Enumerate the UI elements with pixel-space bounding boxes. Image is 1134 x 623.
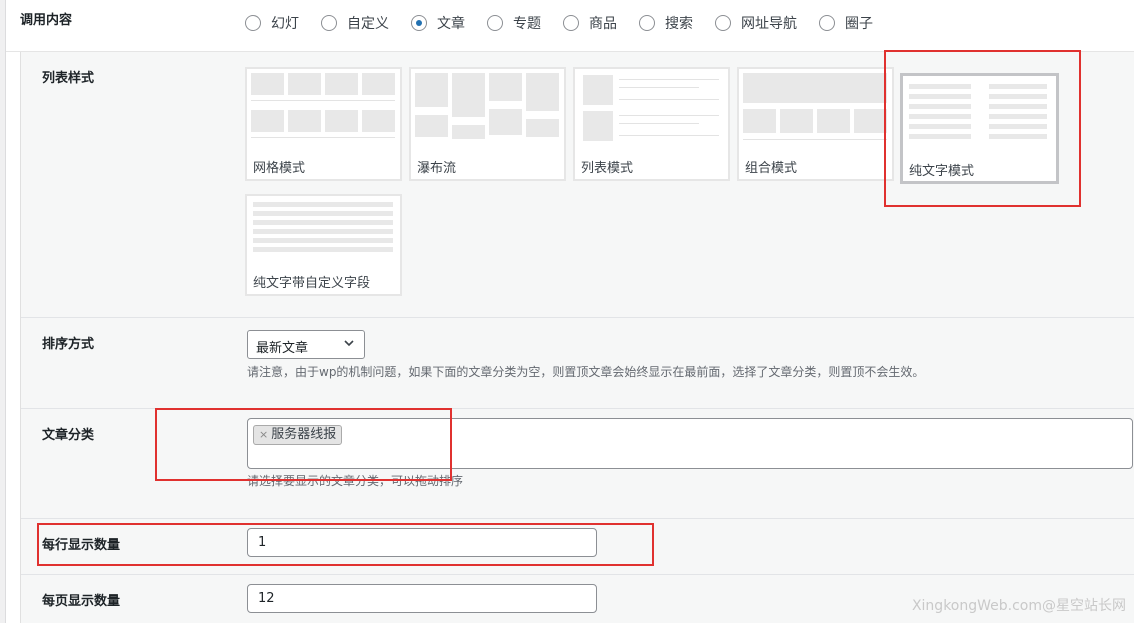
radio-topic[interactable]: 专题	[487, 13, 541, 33]
radio-custom[interactable]: 自定义	[321, 13, 389, 33]
list-thumbnail	[579, 73, 724, 143]
combo-thumbnail	[743, 73, 888, 143]
per-row-input[interactable]: 1	[247, 528, 597, 557]
radio-icon	[819, 15, 835, 31]
per-row-label: 每行显示数量	[42, 538, 121, 553]
radio-circle[interactable]: 圈子	[819, 13, 873, 33]
plain-text-thumbnail	[907, 80, 1052, 150]
radio-url-nav[interactable]: 网址导航	[715, 13, 797, 33]
style-card-label: 组合模式	[745, 161, 798, 176]
divider	[21, 408, 1134, 409]
style-card-label: 纯文字带自定义字段	[253, 276, 371, 291]
watermark: XingkongWeb.com@星空站长网	[911, 598, 1126, 614]
radio-product[interactable]: 商品	[563, 13, 617, 33]
style-card-label: 纯文字模式	[909, 164, 975, 179]
per-page-label: 每页显示数量	[42, 594, 121, 609]
radio-icon	[487, 15, 503, 31]
category-label: 文章分类	[42, 428, 95, 443]
radio-icon	[715, 15, 731, 31]
radio-article[interactable]: 文章	[411, 13, 465, 33]
style-card-plain-text[interactable]: 纯文字模式	[900, 73, 1059, 184]
divider	[21, 317, 1134, 318]
settings-panel: 列表样式 网格模式 瀑布流 列表模式 组合模式 纯文字模式 纯文字带自定义字段 …	[20, 52, 1134, 623]
style-card-combo[interactable]: 组合模式	[737, 67, 894, 181]
content-type-label: 调用内容	[20, 13, 73, 28]
radio-icon	[639, 15, 655, 31]
category-tag-input[interactable]: × 服务器线报	[247, 418, 1133, 469]
list-style-label: 列表样式	[42, 71, 95, 86]
style-card-label: 网格模式	[253, 161, 306, 176]
category-hint: 请选择要显示的文章分类，可以拖动排序	[247, 474, 464, 488]
content-type-radios: 幻灯 自定义 文章 专题 商品 搜索 网址导航 圈子	[245, 13, 895, 33]
style-card-label: 瀑布流	[417, 161, 457, 176]
radio-icon	[563, 15, 579, 31]
radio-icon	[321, 15, 337, 31]
per-page-input[interactable]: 12	[247, 584, 597, 613]
divider	[21, 518, 1134, 519]
radio-checked-icon	[411, 15, 427, 31]
style-card-waterfall[interactable]: 瀑布流	[409, 67, 566, 181]
plain-text-custom-thumbnail	[251, 200, 396, 270]
style-card-label: 列表模式	[581, 161, 634, 176]
category-tag-label: 服务器线报	[271, 427, 337, 442]
grid-thumbnail	[251, 73, 396, 143]
left-edge	[0, 0, 6, 623]
style-card-plain-text-custom[interactable]: 纯文字带自定义字段	[245, 194, 402, 296]
content-type-row: 调用内容 幻灯 自定义 文章 专题 商品 搜索 网址导航 圈子	[6, 0, 1134, 52]
radio-slides[interactable]: 幻灯	[245, 13, 299, 33]
style-card-grid[interactable]: 网格模式	[245, 67, 402, 181]
divider	[21, 574, 1134, 575]
waterfall-thumbnail	[415, 73, 560, 143]
radio-search[interactable]: 搜索	[639, 13, 693, 33]
chevron-down-icon	[343, 337, 355, 352]
sort-select[interactable]: 最新文章	[247, 330, 365, 359]
sort-hint: 请注意，由于wp的机制问题，如果下面的文章分类为空，则置顶文章会始终显示在最前面…	[247, 365, 925, 379]
category-tag: × 服务器线报	[253, 425, 343, 445]
sort-label: 排序方式	[42, 337, 95, 352]
sort-select-value: 最新文章	[256, 341, 309, 356]
style-card-list[interactable]: 列表模式	[573, 67, 730, 181]
radio-icon	[245, 15, 261, 31]
remove-tag-icon[interactable]: ×	[259, 428, 268, 441]
